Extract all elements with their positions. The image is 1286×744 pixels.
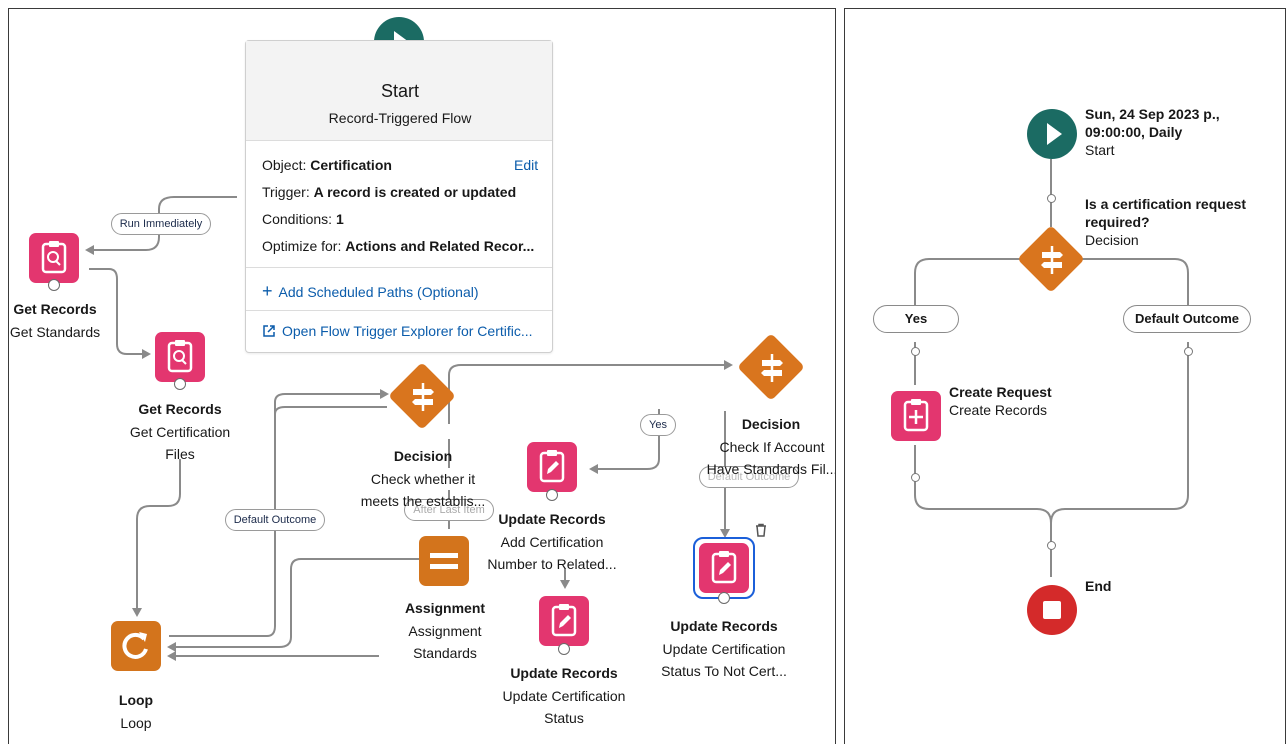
schedule-line-2: 09:00:00, Daily	[1085, 124, 1183, 140]
update-certification-status-port[interactable]	[558, 643, 570, 655]
assignment-standards-name-1: Assignment	[408, 623, 482, 639]
default-outcome-pill[interactable]: Default Outcome	[225, 509, 325, 531]
search-clipboard-icon	[167, 340, 193, 373]
optimize-value: Actions and Related Recor...	[345, 238, 535, 254]
yes-port[interactable]	[911, 347, 920, 356]
trash-icon[interactable]	[754, 523, 768, 537]
scheduled-start-type: Start	[1085, 142, 1115, 158]
object-row: Object: Certification	[262, 157, 392, 173]
update-add-certification-node[interactable]	[527, 442, 577, 492]
assignment-standards-type: Assignment	[404, 600, 486, 616]
scheduled-start-node[interactable]	[1027, 109, 1077, 159]
get-certification-files-port[interactable]	[174, 378, 186, 390]
loop-node[interactable]	[111, 621, 161, 671]
get-certification-files-type: Get Records	[138, 401, 222, 417]
end-node[interactable]	[1027, 585, 1077, 635]
loop-icon	[122, 632, 148, 659]
decision-check-whether-type: Decision	[393, 448, 453, 464]
equals-icon	[430, 553, 458, 569]
flow-canvas-record-triggered[interactable]: Start Record-Triggered Flow Object: Cert…	[8, 8, 836, 744]
edit-clipboard-icon	[551, 604, 577, 637]
stop-icon	[1043, 601, 1061, 619]
default-port[interactable]	[1184, 347, 1193, 356]
start-title: Start	[380, 81, 419, 101]
decision-question-line-2: required?	[1085, 214, 1150, 230]
edit-link[interactable]: Edit	[514, 157, 538, 173]
object-value: Certification	[310, 157, 392, 173]
get-standards-type: Get Records	[13, 301, 97, 317]
yes-pill[interactable]: Yes	[640, 414, 676, 436]
loop-name: Loop	[120, 715, 152, 731]
update-not-certified-port[interactable]	[718, 592, 730, 604]
start-subtitle: Record-Triggered Flow	[328, 110, 472, 126]
end-label: End	[1085, 578, 1112, 594]
trigger-value: A record is created or updated	[313, 184, 517, 200]
get-standards-port[interactable]	[48, 279, 60, 291]
decision-check-whether-name-1: Check whether it	[352, 468, 494, 490]
decision-type: Decision	[1085, 232, 1139, 248]
edit-clipboard-icon	[539, 450, 565, 483]
get-certification-files-name-2: Files	[165, 446, 195, 462]
loop-type: Loop	[118, 692, 154, 708]
add-scheduled-paths-link[interactable]: + Add Scheduled Paths (Optional)	[262, 281, 479, 302]
update-certification-status-name-2: Status	[544, 710, 584, 726]
update-not-certified-name-1: Update Certification	[662, 641, 786, 657]
conditions-value: 1	[335, 211, 344, 227]
flow-canvas-scheduled[interactable]: Sun, 24 Sep 2023 p., 09:00:00, Daily Sta…	[844, 8, 1286, 744]
update-certification-status-type: Update Records	[510, 665, 618, 681]
update-not-certified-node[interactable]	[699, 543, 749, 593]
get-standards-node[interactable]	[29, 233, 79, 283]
optimize-row: Optimize for: Actions and Related Recor.…	[262, 238, 535, 254]
signpost-icon	[761, 354, 783, 382]
assignment-standards-name-2: Standards	[413, 645, 477, 661]
schedule-line-1: Sun, 24 Sep 2023 p.,	[1085, 106, 1220, 122]
open-trigger-explorer-link[interactable]: Open Flow Trigger Explorer for Certific.…	[262, 323, 533, 339]
update-not-certified-name-2: Status To Not Cert...	[661, 663, 787, 679]
play-icon	[1047, 123, 1062, 145]
add-clipboard-icon	[903, 399, 929, 432]
decision-check-account-type: Decision	[741, 416, 801, 432]
create-request-type: Create Records	[949, 402, 1048, 418]
get-certification-files-node[interactable]	[155, 332, 205, 382]
default-outcome-pill-right[interactable]: Default Outcome	[1123, 305, 1251, 333]
update-add-certification-name-2: Number to Related...	[487, 556, 617, 572]
update-certification-status-name-1: Update Certification	[502, 688, 626, 704]
get-certification-files-name-1: Get Certification	[129, 424, 231, 440]
get-standards-name: Get Standards	[9, 324, 101, 340]
decision-check-account-name-2: Have Standards Fil...	[706, 461, 836, 477]
signpost-icon	[412, 383, 434, 411]
decision-check-whether-name-2: meets the establis...	[360, 493, 486, 509]
assignment-standards-node[interactable]	[419, 536, 469, 586]
decision-question-line-1: Is a certification request	[1085, 196, 1247, 212]
external-link-icon	[263, 325, 275, 337]
yes-outcome-pill[interactable]: Yes	[873, 305, 959, 333]
update-add-certification-name-1: Add Certification	[500, 534, 604, 550]
edit-clipboard-icon	[711, 551, 737, 584]
conditions-row: Conditions: 1	[262, 211, 344, 227]
decision-check-account-name-1: Check If Account	[719, 439, 825, 455]
create-request-name: Create Request	[949, 384, 1052, 400]
search-clipboard-icon	[41, 241, 67, 274]
merge-port[interactable]	[1047, 541, 1056, 550]
start-element-card[interactable]: Start Record-Triggered Flow Object: Cert…	[245, 40, 553, 353]
update-add-certification-type: Update Records	[498, 511, 606, 527]
create-request-node[interactable]	[891, 391, 941, 441]
trigger-row: Trigger: A record is created or updated	[262, 184, 517, 200]
create-out-port[interactable]	[911, 473, 920, 482]
update-not-certified-type: Update Records	[670, 618, 778, 634]
run-immediately-pill[interactable]: Run Immediately	[111, 213, 211, 235]
plus-icon: +	[262, 281, 273, 301]
signpost-icon	[1041, 246, 1063, 274]
update-certification-status-node[interactable]	[539, 596, 589, 646]
start-out-port[interactable]	[1047, 194, 1056, 203]
update-add-certification-port[interactable]	[546, 489, 558, 501]
